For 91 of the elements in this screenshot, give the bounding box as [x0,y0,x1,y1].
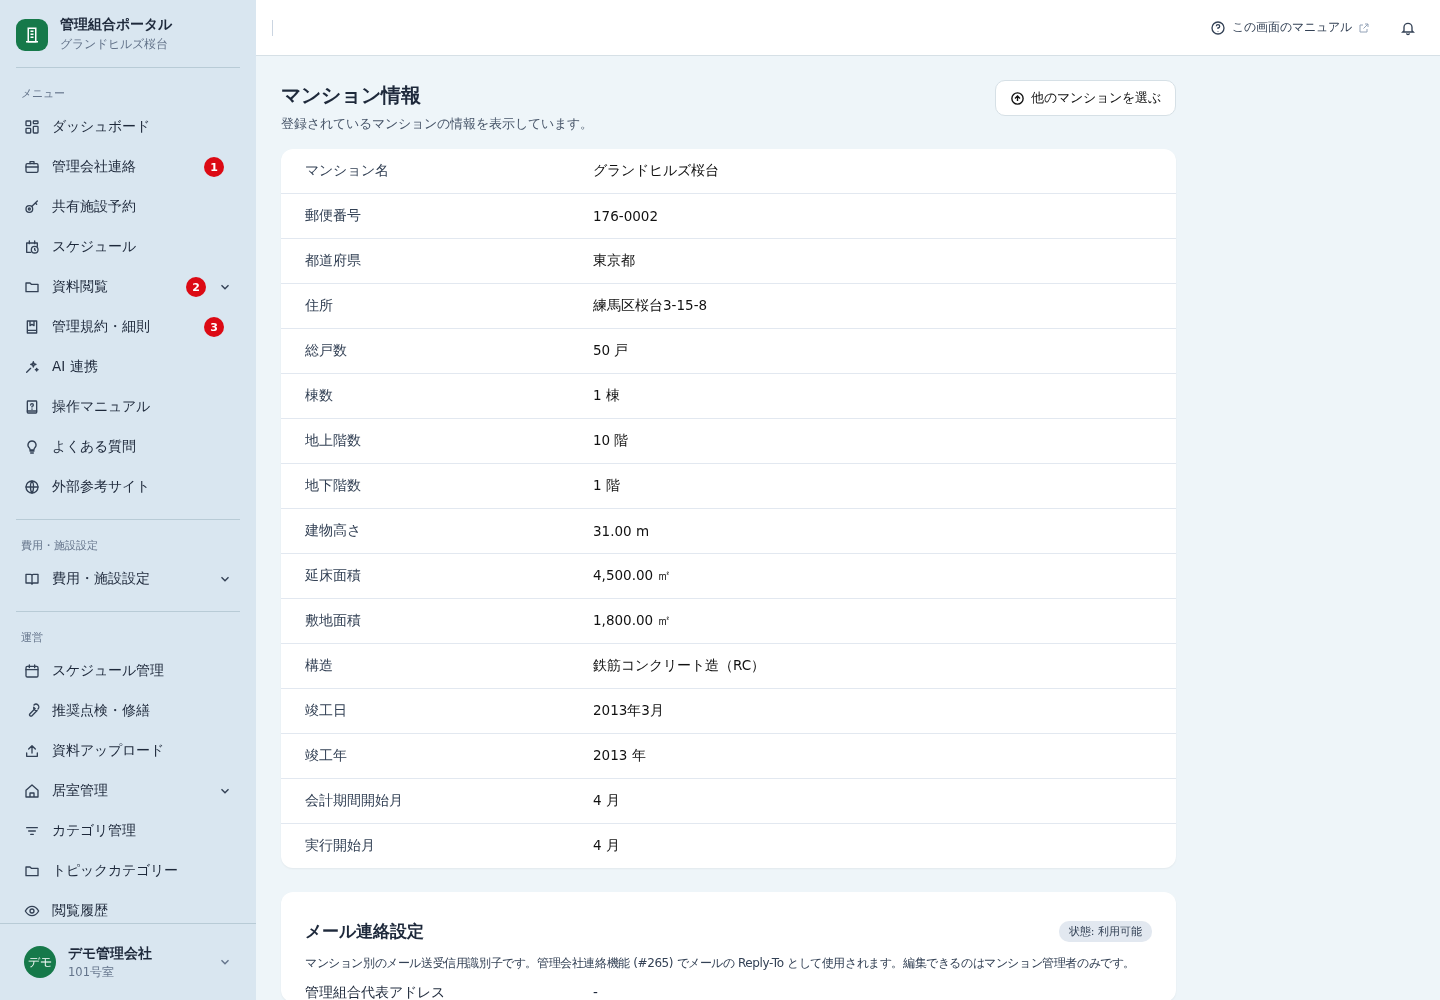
nav-item[interactable]: 閲覧履歴 [16,891,240,923]
manual-icon [24,399,40,415]
folder-icon [24,279,40,295]
page-title: マンション情報 [281,82,422,109]
building-logo-icon [16,18,48,51]
nav-item[interactable]: 推奨点検・修繕 [16,691,240,731]
field-label: 竣工日 [305,702,348,720]
nav-item[interactable]: 操作マニュアル [16,387,240,427]
count-badge: 1 [204,157,224,177]
field-label: 会計期間開始月 [305,792,404,810]
description: マンション別のメール送受信用識別子です。管理会社連絡機能 (#265) でメールの Reply-To として使用されます。編集できるのはマンション管理者のみです。 [305,955,1137,972]
field-value: 鉄筋コンクリート造（RC） [593,657,766,675]
field-value: 1 棟 [593,387,620,405]
upload-icon [24,743,40,759]
field-label: 竣工年 [305,747,348,765]
section-heading: メニュー [20,86,66,102]
house-icon [24,783,40,799]
key-icon [24,199,40,215]
field-value: 1,800.00 ㎡ [593,612,672,630]
nav-item[interactable]: 資料閲覧 2 [16,267,240,307]
field-value: 1 階 [593,477,620,495]
field-label: 延床面積 [305,567,362,585]
user-menu[interactable]: デモ デモ管理会社 101号室 [0,923,256,1000]
nav-item[interactable]: スケジュール [16,227,240,267]
nav-item[interactable]: 共有施設予約 [16,187,240,227]
folder-icon [24,863,40,879]
app-title: 管理組合ポータル [60,16,172,34]
nav-item[interactable]: スケジュール管理 [16,651,240,691]
field-value: 2013 年 [593,747,646,765]
lightbulb-icon [24,439,40,455]
grid-icon [24,119,40,135]
field-label: 構造 [305,657,334,675]
field-label: 実行開始月 [305,837,376,855]
field-label: 郵便番号 [305,207,362,225]
nav-item[interactable]: 資料アップロード [16,731,240,771]
book-icon [24,319,40,335]
count-badge: 3 [204,317,224,337]
room-number: 101号室 [68,964,115,980]
field-value: 2013年3月 [593,702,664,720]
nav-item[interactable]: AI 連携 [16,347,240,387]
section-heading: 費用・施設設定 [20,538,99,554]
field-value: 176-0002 [593,208,658,224]
eye-icon [24,903,40,919]
field-value: 東京都 [593,252,635,270]
open-book-icon [24,571,40,587]
field-value: 4,500.00 ㎡ [593,567,672,585]
field-value: 10 階 [593,432,629,450]
briefcase-icon [24,159,40,175]
nav-item[interactable]: よくある質問 [16,427,240,467]
building-name: グランドヒルズ桜台 [60,36,169,53]
select-building-button[interactable]: 他のマンションを選ぶ [995,80,1176,116]
field-label: 敷地面積 [305,612,362,630]
field-label: 管理組合代表アドレス [305,983,446,1000]
field-label: マンション名 [305,162,390,180]
field-label: 総戸数 [305,342,348,360]
nav-item[interactable]: カテゴリ管理 [16,811,240,851]
nav-item[interactable]: トピックカテゴリー [16,851,240,891]
external-link-icon [1358,21,1370,34]
field-value: 練馬区桜台3-15-8 [593,297,708,315]
field-label: 地上階数 [305,432,362,450]
field-value: グランドヒルズ桜台 [593,162,719,180]
field-label: 建物高さ [305,522,362,540]
nav-item[interactable]: 管理会社連絡 1 [16,147,240,187]
nav-item[interactable]: 外部参考サイト [16,467,240,507]
field-value: 4 月 [593,792,620,810]
status-badge: 状態: 利用可能 [1058,921,1152,942]
sparkle-icon [24,359,40,375]
help-icon [1210,19,1226,36]
manual-link[interactable]: この画面のマニュアル [1210,19,1370,36]
nav-item[interactable]: 費用・施設設定 [16,559,240,599]
field-value: 50 戸 [593,342,629,360]
globe-icon [24,479,40,495]
page-subtitle: 登録されているマンションの情報を表示しています。 [281,115,593,133]
field-label: 住所 [305,297,334,315]
calendar-icon [24,663,40,679]
field-label: 都道府県 [305,252,362,270]
field-label: 地下階数 [305,477,362,495]
field-value: - [593,983,598,1000]
field-label: 棟数 [305,387,334,405]
nav-item[interactable]: ダッシュボード [16,107,240,147]
field-value: 4 月 [593,837,620,855]
field-value: 31.00 m [593,523,650,539]
nav-item[interactable]: 管理規約・細則 3 [16,307,240,347]
section-title: メール連絡設定 [305,920,424,943]
avatar: デモ [24,946,56,978]
calendar-clock-icon [24,239,40,255]
section-heading: 運営 [20,630,44,646]
arrow-up-circle-icon [1010,90,1025,106]
count-badge: 2 [186,277,206,297]
nav-item[interactable]: 居室管理 [16,771,240,811]
user-name: デモ管理会社 [68,944,153,963]
